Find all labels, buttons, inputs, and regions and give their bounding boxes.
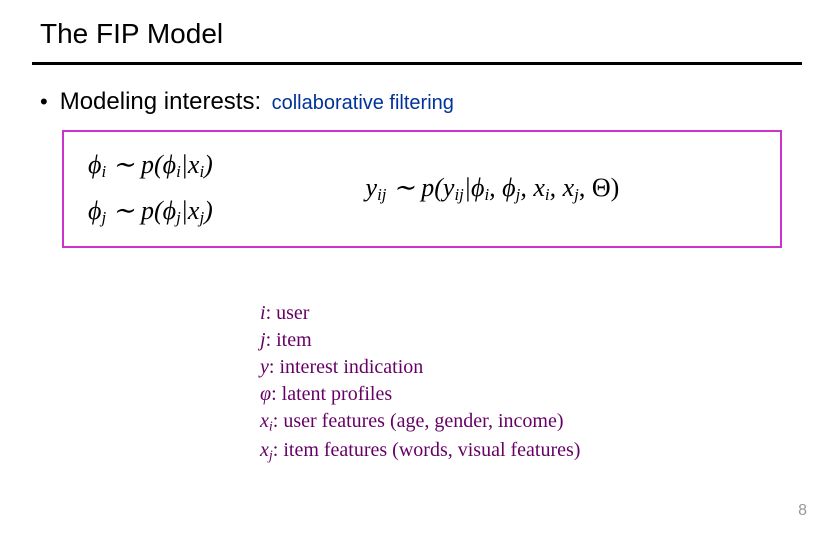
bullet-main: Modeling interests: <box>60 88 261 115</box>
legend-phi: φ: latent profiles <box>260 381 580 408</box>
legend-j: j: item <box>260 327 580 354</box>
legend-y: y: interest indication <box>260 354 580 381</box>
legend: i: user j: item y: interest indication φ… <box>260 300 580 467</box>
bullet-row: • Modeling interests: collaborative filt… <box>40 88 454 116</box>
legend-xj: xj: item features (words, visual feature… <box>260 437 580 466</box>
page-number: 8 <box>798 502 807 520</box>
slide-title: The FIP Model <box>40 18 223 50</box>
bullet-text: Modeling interests: collaborative filter… <box>60 88 454 116</box>
slide: The FIP Model • Modeling interests: coll… <box>0 0 833 540</box>
legend-i: i: user <box>260 300 580 327</box>
equation-left-column: ϕi ∼ p(ϕi|xi) ϕj ∼ p(ϕj|xj) <box>88 150 213 228</box>
bullet-sub: collaborative filtering <box>272 92 454 114</box>
formula-box: ϕi ∼ p(ϕi|xi) ϕj ∼ p(ϕj|xj) yij ∼ p(yij|… <box>62 130 782 248</box>
title-underline <box>32 62 802 65</box>
bullet-dot: • <box>40 91 48 113</box>
equation-y: yij ∼ p(yij|ϕi, ϕj, xi, xj, Θ) <box>223 173 762 205</box>
equation-phi-i: ϕi ∼ p(ϕi|xi) <box>88 150 213 182</box>
legend-xi: xi: user features (age, gender, income) <box>260 408 580 437</box>
equation-phi-j: ϕj ∼ p(ϕj|xj) <box>88 196 213 228</box>
